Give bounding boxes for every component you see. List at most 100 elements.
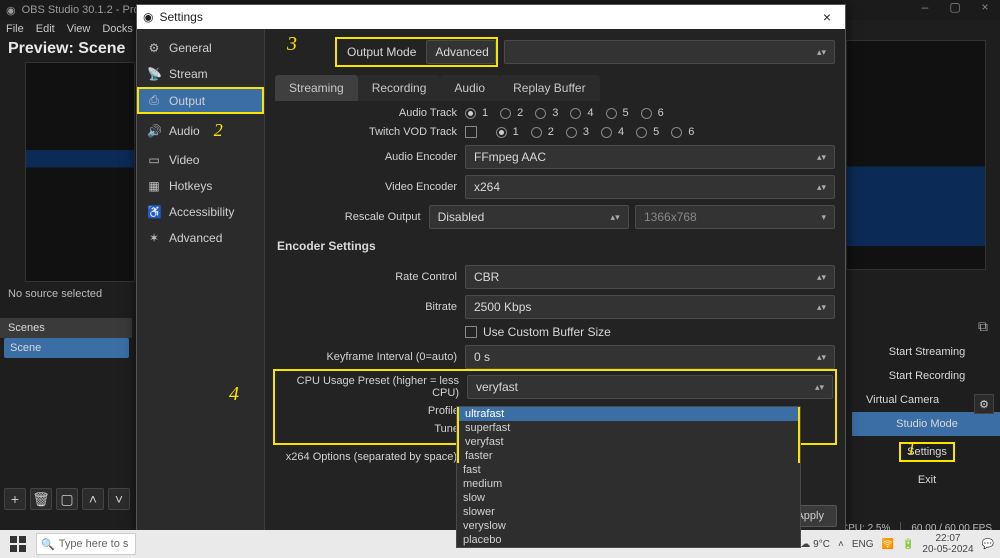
dropdown-option[interactable]: superfast: [457, 421, 800, 435]
radio[interactable]: [636, 127, 647, 138]
sidebar-item-hotkeys[interactable]: ▦Hotkeys: [137, 173, 264, 199]
preview-thumbnail-right: [846, 40, 986, 270]
delete-scene-button[interactable]: 🗑: [30, 488, 52, 510]
tab-replay-buffer[interactable]: Replay Buffer: [499, 75, 600, 101]
grid-icon: ▦: [147, 179, 161, 193]
sidebar-item-label: Audio: [169, 124, 200, 138]
sidebar-item-general[interactable]: ⚙General: [137, 35, 264, 61]
cpu-preset-dropdown[interactable]: ultrafast superfast veryfast faster fast…: [456, 406, 801, 548]
sidebar-item-audio[interactable]: 🔊Audio2: [137, 114, 264, 147]
menu-file[interactable]: File: [6, 23, 24, 35]
start-recording-button[interactable]: Start Recording: [852, 364, 1000, 388]
dropdown-option[interactable]: faster: [457, 449, 800, 463]
sliders-icon: ✶: [147, 231, 161, 245]
no-source-label: No source selected: [8, 288, 102, 300]
tray-chevron-icon[interactable]: ˄: [838, 539, 844, 550]
rescale-res-select[interactable]: 1366x768▾: [635, 205, 835, 229]
tab-streaming[interactable]: Streaming: [275, 75, 358, 101]
antenna-icon: 📡: [147, 67, 161, 81]
rate-control-select[interactable]: CBR▴▾: [465, 265, 835, 289]
updown-icon: ▴▾: [611, 213, 620, 222]
cpu-preset-select[interactable]: veryfast▴▾: [467, 375, 833, 399]
dropdown-option[interactable]: veryslow: [457, 519, 800, 533]
start-streaming-button[interactable]: Start Streaming: [852, 340, 1000, 364]
audio-encoder-select[interactable]: FFmpeg AAC▴▾: [465, 145, 835, 169]
tray-clock[interactable]: 22:0720-05-2024: [922, 533, 973, 555]
tray-weather[interactable]: ☁ 9°C: [800, 539, 830, 550]
minimize-button[interactable]: –: [910, 0, 940, 18]
tray-notifications-icon[interactable]: 💬: [982, 539, 994, 550]
bitrate-input[interactable]: 2500 Kbps▴▾: [465, 295, 835, 319]
close-window-button[interactable]: ×: [970, 0, 1000, 18]
rate-control-label: Rate Control: [275, 271, 465, 283]
settings-button[interactable]: Settings: [852, 436, 1000, 468]
windows-icon: [10, 536, 26, 552]
virtual-camera-button[interactable]: Virtual Camera: [866, 394, 939, 406]
dropdown-option[interactable]: fast: [457, 463, 800, 477]
keyframe-input[interactable]: 0 s▴▾: [465, 345, 835, 369]
audio-track-radios[interactable]: 1 2 3 4 5 6: [465, 107, 670, 119]
dropdown-option[interactable]: ultrafast: [457, 407, 800, 421]
sidebar-item-advanced[interactable]: ✶Advanced: [137, 225, 264, 251]
maximize-button[interactable]: ▢: [940, 0, 970, 18]
audio-encoder-label: Audio Encoder: [275, 151, 465, 163]
dialog-close-button[interactable]: ×: [815, 9, 839, 25]
exit-button[interactable]: Exit: [852, 468, 1000, 492]
custom-buffer-checkbox[interactable]: [465, 326, 477, 338]
tray-language[interactable]: ENG: [852, 539, 874, 550]
radio[interactable]: [601, 127, 612, 138]
scene-down-button[interactable]: ˅: [108, 488, 130, 510]
radio[interactable]: [500, 108, 511, 119]
radio[interactable]: [465, 108, 476, 119]
tab-recording[interactable]: Recording: [358, 75, 441, 101]
radio[interactable]: [570, 108, 581, 119]
rescale-select[interactable]: Disabled▴▾: [429, 205, 629, 229]
sidebar-item-accessibility[interactable]: ♿Accessibility: [137, 199, 264, 225]
video-encoder-select[interactable]: x264▴▾: [465, 175, 835, 199]
settings-icon: ◉: [143, 10, 153, 24]
taskbar-search[interactable]: 🔍 Type here to s: [36, 533, 136, 555]
preview-thumbnail-left: [25, 62, 135, 282]
studio-mode-button[interactable]: Studio Mode: [852, 412, 1000, 436]
search-icon: 🔍: [41, 538, 55, 551]
dropdown-option[interactable]: medium: [457, 477, 800, 491]
radio[interactable]: [606, 108, 617, 119]
radio[interactable]: [535, 108, 546, 119]
sidebar-item-output[interactable]: ⎙Output: [137, 87, 264, 114]
custom-buffer-label: Use Custom Buffer Size: [483, 325, 611, 339]
tray-battery-icon[interactable]: 🔋: [902, 539, 914, 550]
output-mode-select[interactable]: ▴▾: [504, 40, 835, 64]
virtual-camera-gear-button[interactable]: ⚙: [974, 394, 994, 414]
tab-audio[interactable]: Audio: [440, 75, 499, 101]
dropdown-option[interactable]: slow: [457, 491, 800, 505]
radio[interactable]: [641, 108, 652, 119]
scene-filter-button[interactable]: ▢: [56, 488, 78, 510]
twitch-vod-radios[interactable]: 1 2 3 4 5 6: [465, 125, 700, 139]
dropdown-option[interactable]: veryfast: [457, 435, 800, 449]
menu-view[interactable]: View: [67, 23, 91, 35]
sidebar-item-video[interactable]: ▭Video: [137, 147, 264, 173]
scene-list-item[interactable]: Scene: [4, 338, 129, 358]
menu-docks[interactable]: Docks: [102, 23, 133, 35]
radio[interactable]: [496, 127, 507, 138]
sidebar-item-stream[interactable]: 📡Stream: [137, 61, 264, 87]
menu-edit[interactable]: Edit: [36, 23, 55, 35]
updown-icon: ▴▾: [817, 48, 826, 57]
keyframe-label: Keyframe Interval (0=auto): [275, 351, 465, 363]
scene-up-button[interactable]: ˄: [82, 488, 104, 510]
output-icon: ⎙: [147, 93, 161, 108]
popout-icon[interactable]: ⧉: [978, 318, 996, 334]
start-button[interactable]: [6, 533, 30, 555]
annotation-4: 4: [229, 383, 239, 406]
tray-wifi-icon[interactable]: 🛜: [881, 539, 893, 550]
radio[interactable]: [671, 127, 682, 138]
radio[interactable]: [566, 127, 577, 138]
radio[interactable]: [531, 127, 542, 138]
twitch-vod-checkbox[interactable]: [465, 126, 477, 138]
dropdown-option[interactable]: placebo: [457, 533, 800, 547]
tune-label: Tune: [277, 423, 467, 435]
profile-label: Profile: [277, 405, 467, 417]
updown-icon: ▴▾: [817, 273, 826, 282]
dropdown-option[interactable]: slower: [457, 505, 800, 519]
add-scene-button[interactable]: +: [4, 488, 26, 510]
